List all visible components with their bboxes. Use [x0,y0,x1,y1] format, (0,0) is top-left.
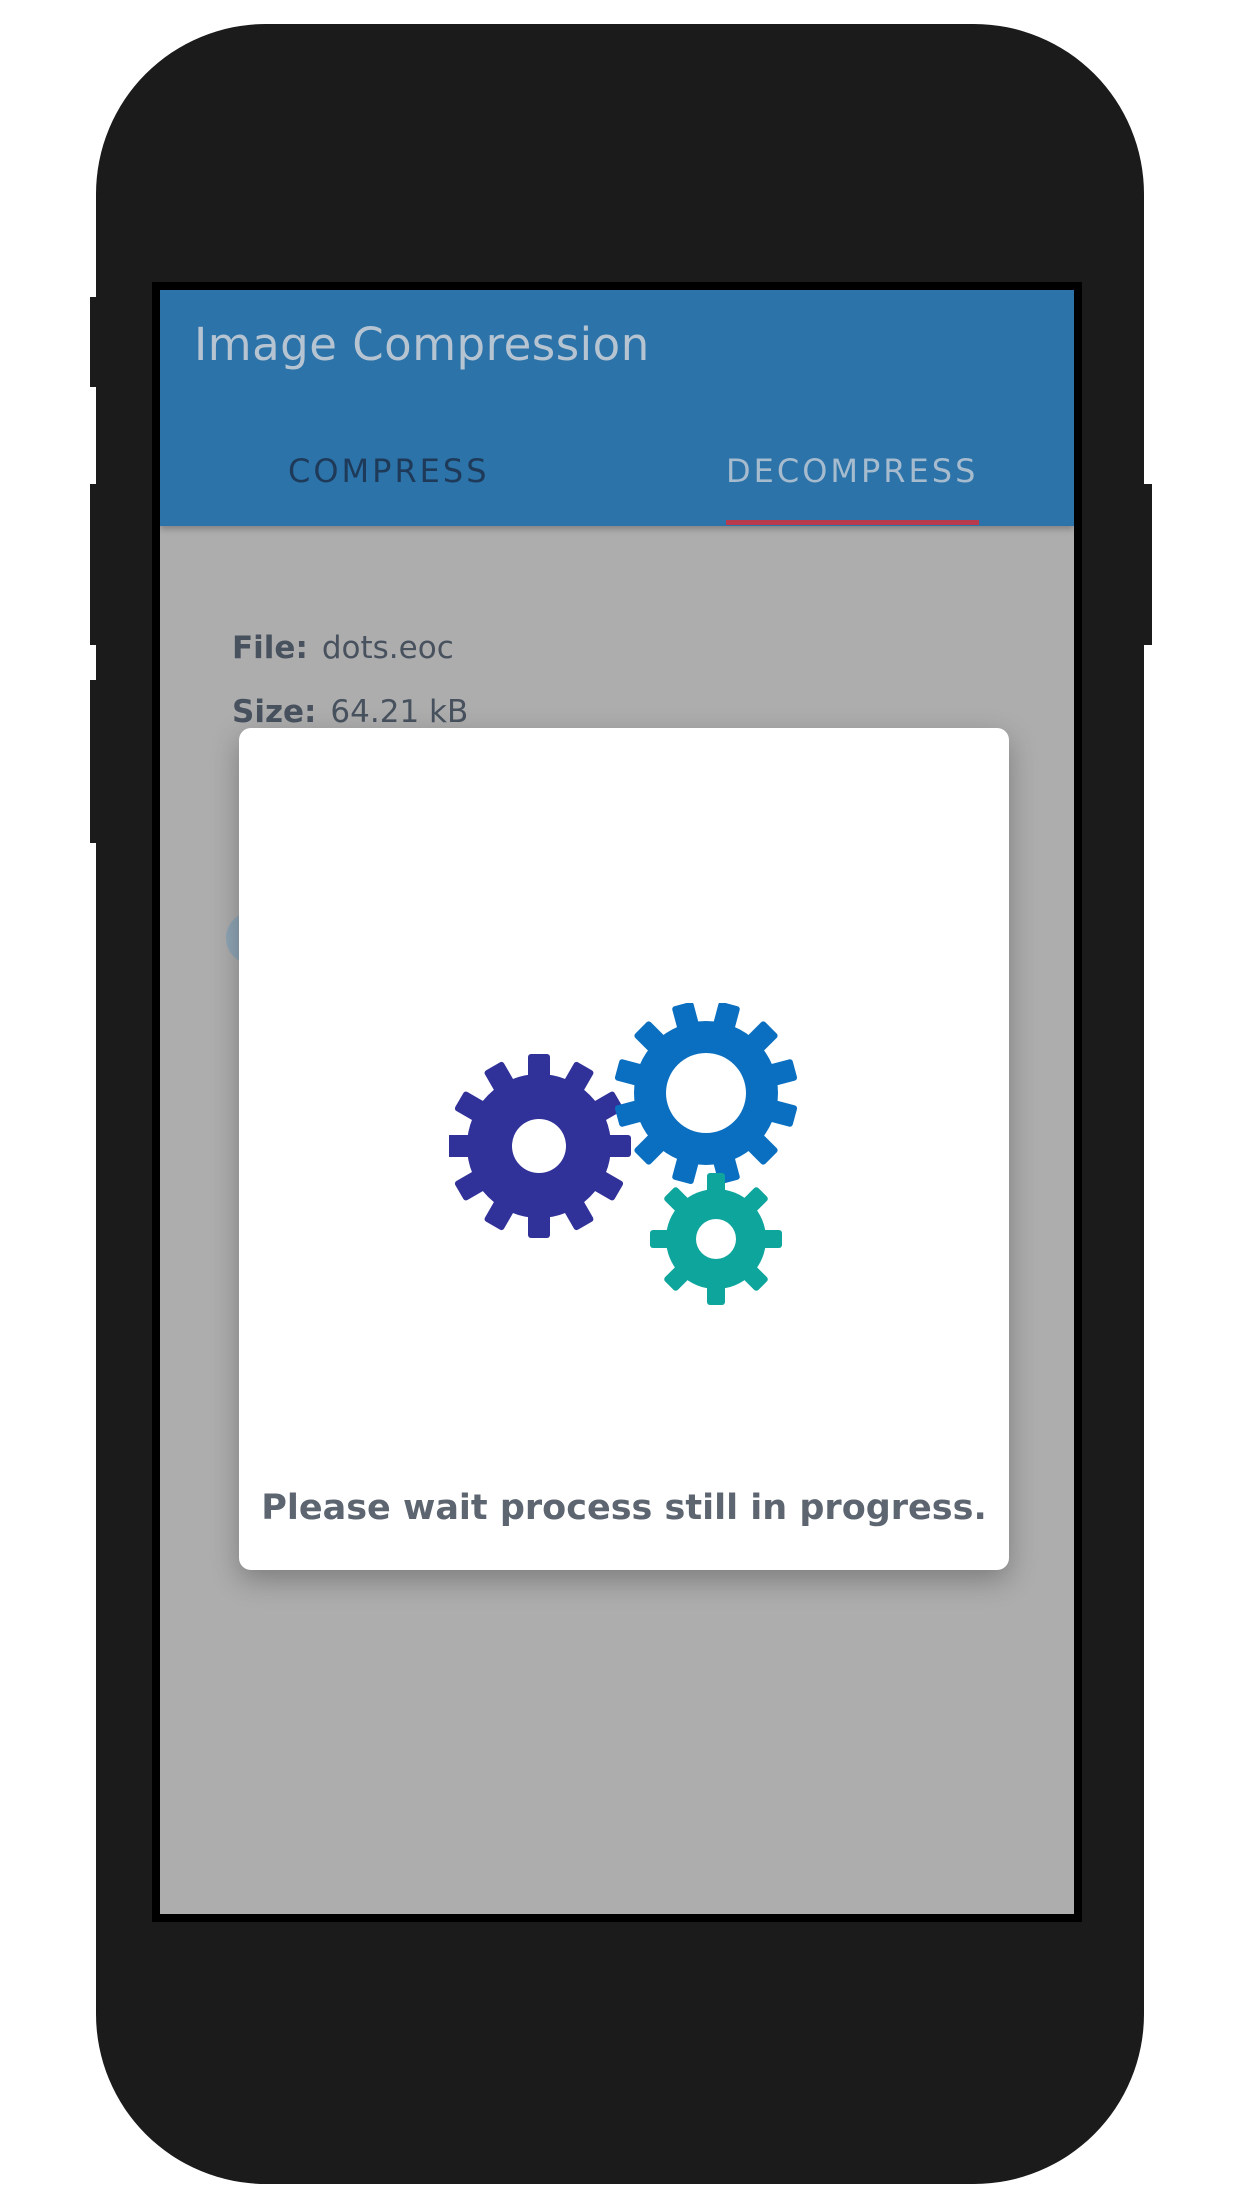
file-size-row: Size: 64.21 kB [232,694,468,730]
progress-dialog: Please wait process still in progress. [239,728,1009,1570]
gear-left-icon [449,1054,631,1238]
tab-compress[interactable]: COMPRESS [288,452,490,490]
file-name-row: File: dots.eoc [232,630,454,666]
app-title: Image Compression [194,318,650,371]
tab-active-indicator [726,520,979,525]
gears-icon [449,1003,798,1305]
tab-decompress[interactable]: DECOMPRESS [726,452,978,490]
app-screen: Image Compression COMPRESS DECOMPRESS Fi… [160,290,1074,1914]
gear-top-icon [614,1003,798,1185]
file-name-value: dots.eoc [321,630,454,666]
size-label: Size: [232,694,317,730]
device-frame: Image Compression COMPRESS DECOMPRESS Fi… [0,0,1242,2208]
gear-small-icon [650,1173,782,1305]
app-bar: Image Compression COMPRESS DECOMPRESS [160,290,1074,526]
file-label: File: [232,630,308,666]
progress-message: Please wait process still in progress. [261,1488,987,1528]
file-size-value: 64.21 kB [330,694,469,730]
screen: Image Compression COMPRESS DECOMPRESS Fi… [152,282,1082,1922]
